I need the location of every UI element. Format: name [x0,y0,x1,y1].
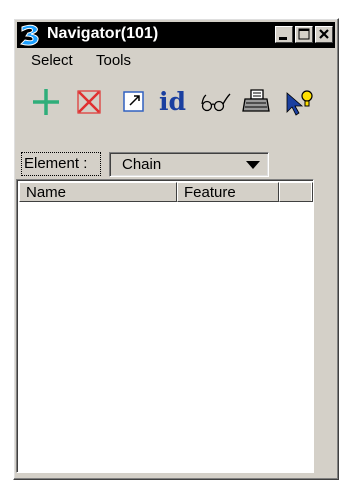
toolbar: id [17,85,335,121]
add-cross-icon[interactable] [31,85,61,119]
print-icon[interactable] [241,85,271,119]
menu-bar: Select Tools [17,49,335,71]
bentley-b-icon [20,24,39,46]
pointer-lightbulb-icon[interactable] [283,85,315,119]
delete-x-icon[interactable] [75,85,103,119]
menu-tools[interactable]: Tools [96,52,131,69]
element-filter-row: Element : Chain [21,152,332,178]
window-title: Navigator(101) [47,25,159,42]
element-type-dropdown[interactable]: Chain [109,152,269,177]
id-icon[interactable]: id [159,87,186,121]
maximize-button[interactable] [295,26,313,43]
list-body[interactable] [19,204,311,470]
close-icon [319,29,329,39]
menu-select[interactable]: Select [31,52,73,69]
element-type-value: Chain [122,156,162,173]
list-header: Name Feature [19,182,313,202]
element-label: Element : [21,152,101,176]
column-header-name[interactable]: Name [19,182,177,202]
chevron-down-icon [246,161,260,169]
element-list[interactable]: Name Feature [16,179,314,473]
glasses-icon[interactable] [199,85,233,119]
expand-arrow-icon[interactable] [121,85,147,119]
title-bar[interactable]: Navigator(101) [17,22,335,48]
minimize-button[interactable] [275,26,293,43]
column-header-blank[interactable] [279,182,313,202]
close-button[interactable] [315,26,333,43]
maximize-icon [298,28,310,40]
column-header-feature[interactable]: Feature [177,182,279,202]
minimize-icon [279,37,287,40]
